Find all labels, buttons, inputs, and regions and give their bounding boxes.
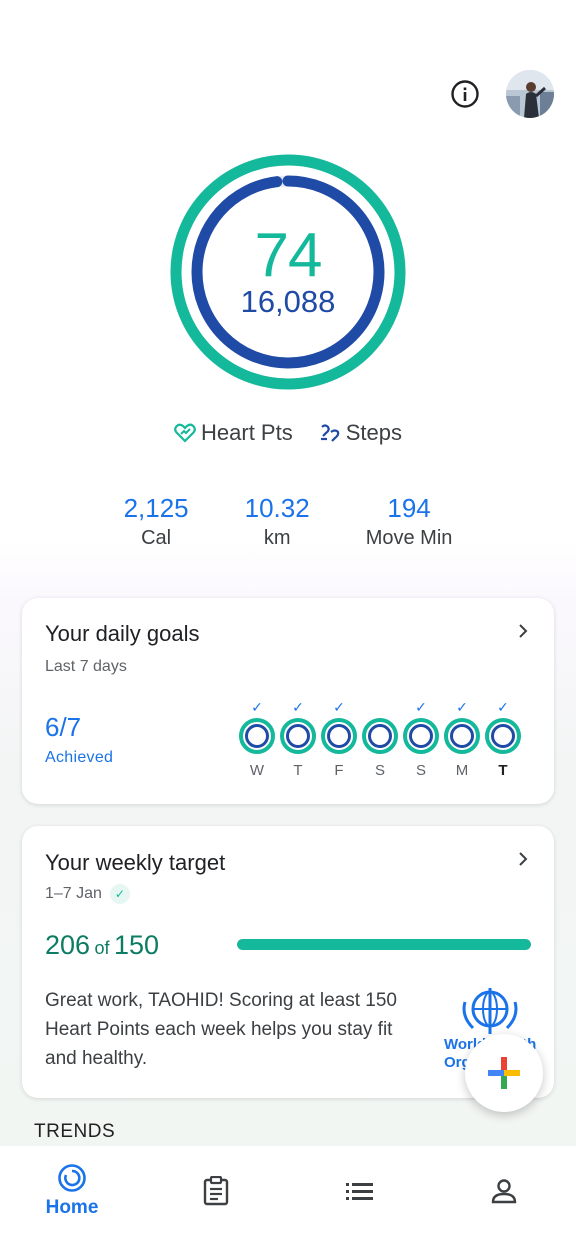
day-label: W: [249, 762, 265, 779]
steps-icon: [320, 424, 340, 442]
info-icon: [451, 80, 479, 108]
day-ring: [321, 718, 357, 754]
day-ring-inner: [286, 724, 310, 748]
weekly-target-title: Your weekly target: [45, 850, 226, 875]
info-button[interactable]: [448, 77, 482, 111]
add-activity-button[interactable]: [465, 1034, 543, 1112]
day-label: S: [374, 762, 385, 779]
achieved-value: 6/7: [45, 712, 82, 742]
day-goal: ✓ F: [321, 698, 357, 779]
day-ring: [403, 718, 439, 754]
check-icon: ✓: [292, 699, 304, 715]
heart-points-icon: [174, 423, 196, 443]
avatar[interactable]: [506, 70, 554, 118]
steps-value: 16,088: [240, 284, 336, 319]
day-label: T: [293, 762, 303, 779]
list-icon: [346, 1183, 373, 1200]
day-goal: ✓ M: [444, 698, 480, 779]
trends-heading: TRENDS: [34, 1121, 116, 1142]
check-icon: ✓: [251, 699, 263, 715]
weekly-current: 206: [45, 930, 91, 960]
weekly-date-range: 1–7 Jan: [45, 885, 102, 902]
nav-browse[interactable]: [288, 1146, 432, 1236]
person-icon: [491, 1179, 517, 1204]
stat-label: Move Min: [365, 527, 453, 549]
stat-label: km: [263, 527, 291, 549]
day-label: S: [415, 762, 426, 779]
weekly-progress-value: 206 of 150: [45, 930, 159, 961]
check-icon: ✓: [497, 699, 509, 715]
stat-value: 194: [387, 493, 431, 523]
day-ring-inner: [368, 724, 392, 748]
heart-points-value: 74: [254, 221, 323, 290]
activity-rings[interactable]: 74 16,088: [168, 152, 408, 392]
nav-profile[interactable]: [432, 1146, 576, 1236]
achieved-label: Achieved: [45, 749, 114, 766]
home-rings-icon: [58, 1164, 86, 1192]
day-ring-inner: [409, 724, 433, 748]
day-ring: [280, 718, 316, 754]
nav-home-label: Home: [45, 1197, 99, 1218]
day-label: F: [334, 762, 344, 779]
chevron-right-icon[interactable]: [516, 624, 530, 638]
day-goal: ✓ W: [239, 698, 275, 779]
stats-row: 2,125 Cal 10.32 km 194 Move Min: [0, 492, 576, 552]
day-ring: [239, 718, 275, 754]
ring-values: 74 16,088: [168, 152, 408, 392]
check-icon: ✓: [333, 699, 345, 715]
check-icon: ✓: [415, 699, 427, 715]
day-ring: [362, 718, 398, 754]
day-label: T: [498, 762, 508, 779]
legend-steps[interactable]: Steps: [319, 420, 402, 446]
ring-legend: Heart Pts Steps: [0, 420, 576, 446]
days-row: ✓ W ✓ T ✓ F S ✓ S ✓ M ✓ T: [239, 698, 521, 779]
daily-goals-subtitle: Last 7 days: [45, 658, 127, 675]
daily-goals-title: Your daily goals: [45, 621, 200, 646]
day-label: M: [455, 762, 469, 779]
day-ring: [444, 718, 480, 754]
stat-calories: 2,125 Cal: [124, 492, 189, 552]
weekly-date-row: 1–7 Jan ✓: [45, 884, 130, 904]
day-ring-inner: [327, 724, 351, 748]
day-ring-inner: [450, 724, 474, 748]
weekly-target-number: 150: [113, 930, 160, 960]
stat-distance: 10.32 km: [245, 492, 310, 552]
bottom-navigation: Home: [0, 1146, 576, 1248]
weekly-message: Great work, TAOHID! Scoring at least 150…: [45, 990, 397, 1069]
legend-steps-label: Steps: [345, 420, 402, 445]
stat-value: 2,125: [123, 493, 189, 523]
day-goal: ✓ T: [485, 698, 521, 779]
top-bar: [448, 70, 554, 118]
who-emblem-icon: [462, 988, 518, 1034]
stat-value: 10.32: [244, 493, 310, 523]
weekly-progress-bar: [237, 939, 531, 950]
day-ring-inner: [245, 724, 269, 748]
day-ring: [485, 718, 521, 754]
stat-move-min: 194 Move Min: [366, 492, 453, 552]
day-goal: ✓ S: [403, 698, 439, 779]
weekly-of-label: of: [94, 938, 110, 958]
stat-label: Cal: [141, 527, 172, 549]
check-icon: ✓: [456, 699, 468, 715]
legend-heart-points[interactable]: Heart Pts: [174, 420, 293, 446]
nav-home[interactable]: Home: [0, 1146, 144, 1236]
chevron-right-icon[interactable]: [516, 852, 530, 866]
clipboard-icon: [203, 1176, 229, 1206]
day-goal: ✓ T: [280, 698, 316, 779]
add-icon: [488, 1057, 520, 1089]
daily-goals-card[interactable]: Your daily goals Last 7 days 6/7 Achieve…: [22, 598, 554, 804]
nav-journal[interactable]: [144, 1146, 288, 1236]
legend-heart-label: Heart Pts: [201, 420, 293, 445]
profile-photo: [506, 70, 554, 118]
weekly-progress-fill: [237, 939, 531, 950]
day-ring-inner: [491, 724, 515, 748]
day-goal: S: [362, 698, 398, 779]
check-badge-icon: ✓: [109, 884, 130, 904]
